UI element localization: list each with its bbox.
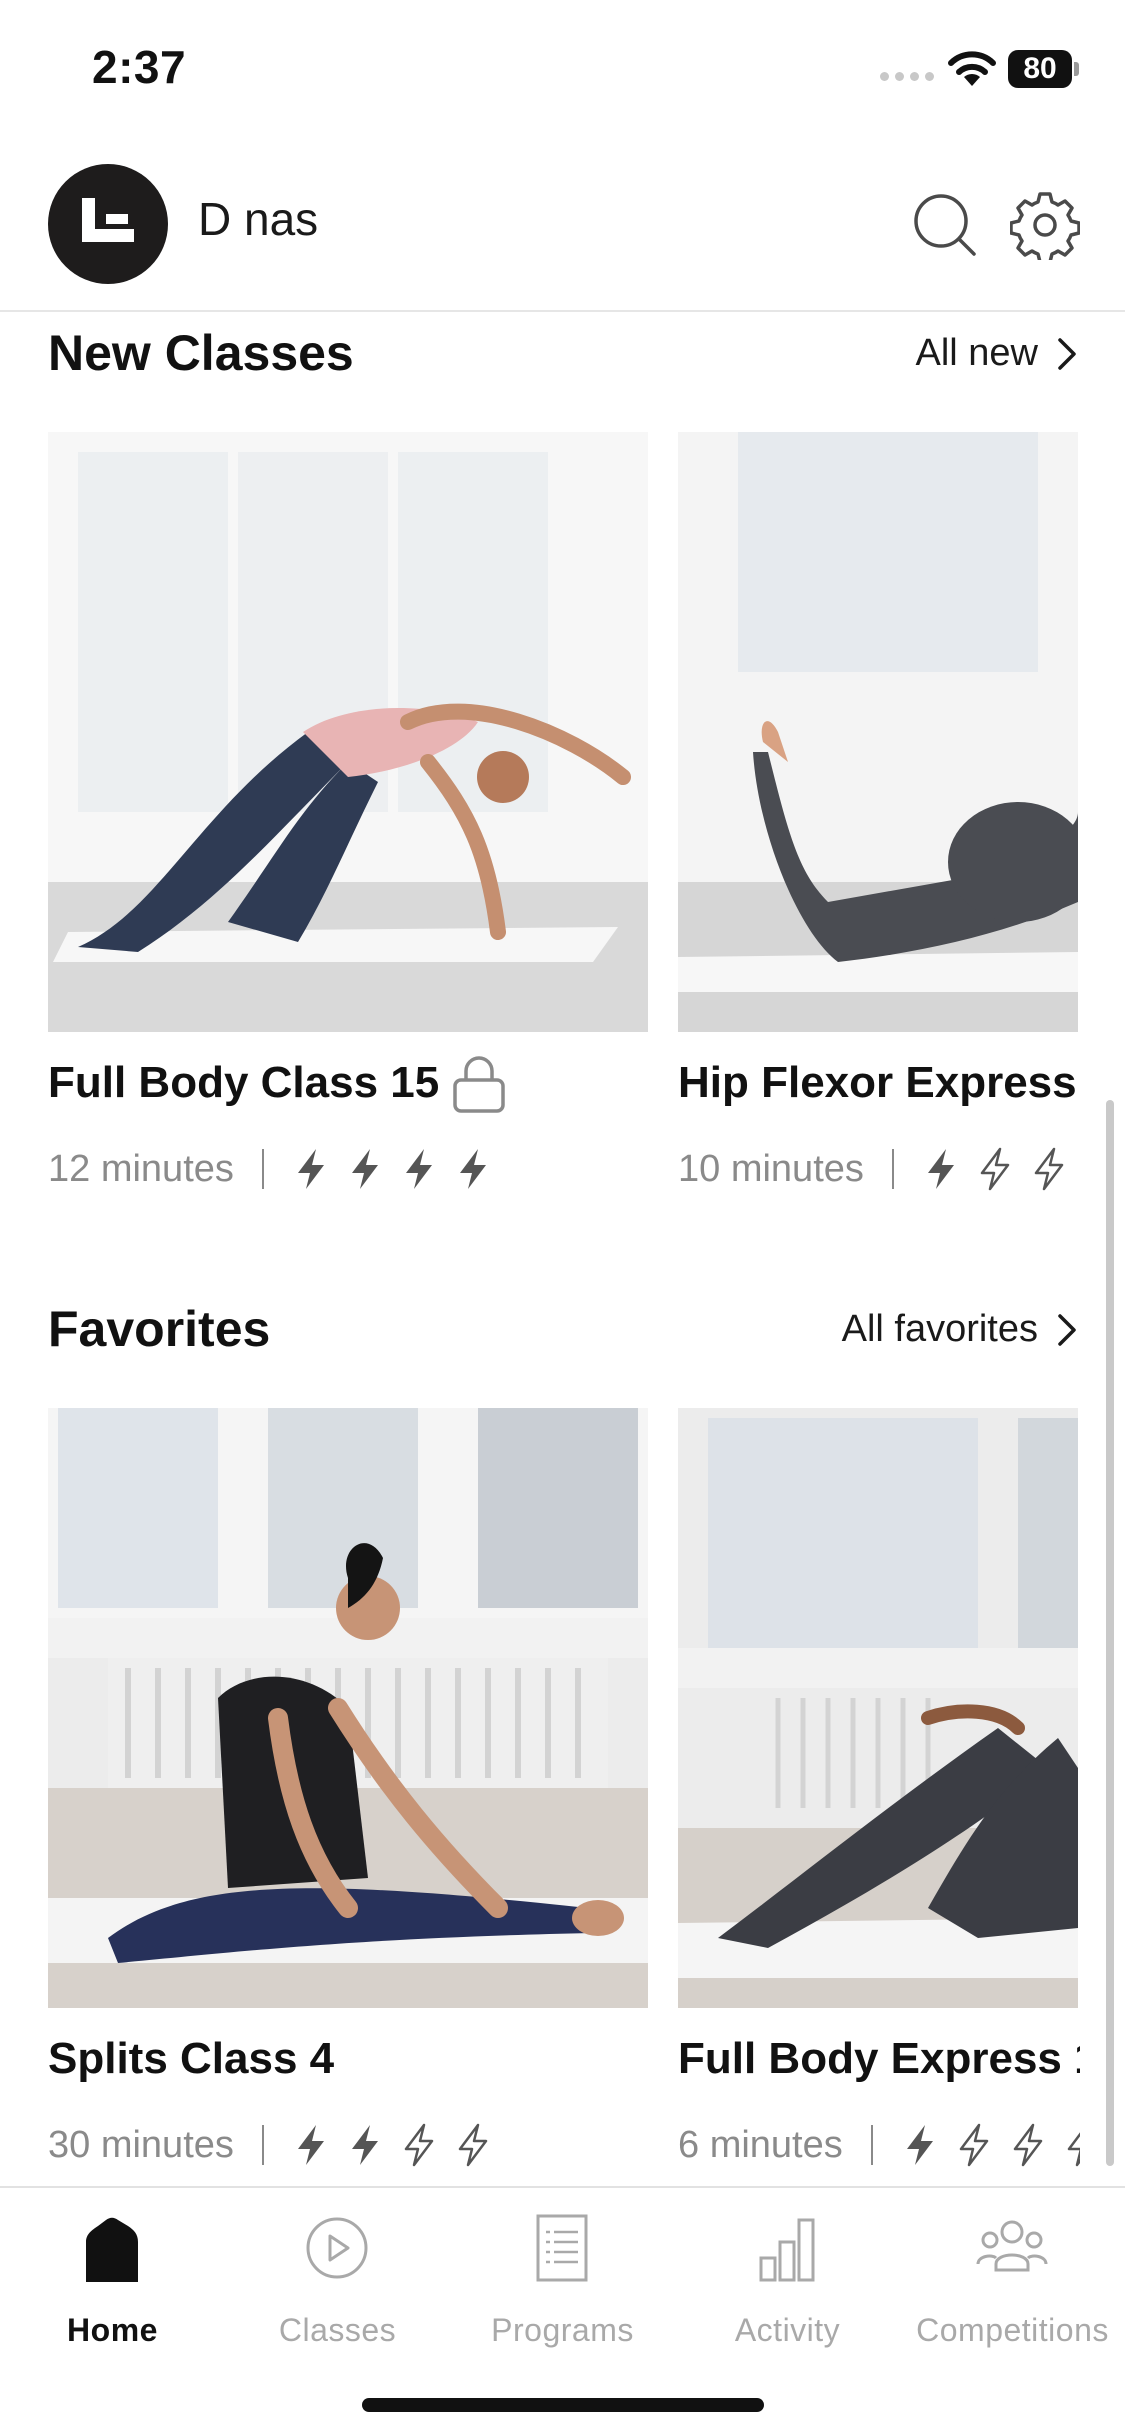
class-meta: 30 minutes xyxy=(48,2120,508,2170)
tab-label: Competitions xyxy=(916,2312,1109,2348)
status-time: 2:37 xyxy=(92,41,187,93)
intensity-bolt-outline-icon xyxy=(1067,2131,1080,2167)
intensity-bolt-outline-icon xyxy=(1013,2123,1042,2167)
all-new-link[interactable]: All new xyxy=(916,332,1079,375)
tab-classes[interactable]: Classes xyxy=(225,2212,450,2352)
intensity-bolt-filled-icon xyxy=(405,1149,432,1189)
tab-label: Classes xyxy=(278,2312,397,2348)
intensity-bolt-filled-icon xyxy=(459,1149,486,1189)
battery-icon: 80 xyxy=(1008,50,1079,88)
class-title: Full Body Express 1 xyxy=(678,2034,1080,2083)
status-bar: 2:37 80 xyxy=(0,0,1125,140)
intensity-bolt-outline-icon xyxy=(1034,1147,1064,1191)
home-indicator xyxy=(362,2398,764,2412)
avatar[interactable] xyxy=(48,164,168,284)
home-screen: 2:37 80 D nas New Classes All new Full B… xyxy=(0,0,1125,2436)
class-duration: 12 minutes xyxy=(48,1147,234,1190)
class-card[interactable]: Hip Flexor Express 10 minutes xyxy=(678,432,1080,1212)
lock-icon xyxy=(453,1056,505,1113)
class-title: Hip Flexor Express xyxy=(678,1058,1077,1107)
meta-divider xyxy=(870,2125,873,2165)
user-name[interactable]: D nas xyxy=(198,192,318,246)
tab-label: Home xyxy=(67,2312,158,2348)
intensity-bolt-filled-icon xyxy=(351,2125,378,2165)
app-logo-icon xyxy=(82,198,134,242)
chevron-right-icon xyxy=(1058,337,1076,370)
gear-icon[interactable] xyxy=(1010,190,1080,260)
battery-level: 80 xyxy=(1023,52,1057,85)
all-favorites-link[interactable]: All favorites xyxy=(842,1308,1078,1351)
class-duration: 30 minutes xyxy=(48,2123,234,2166)
cellular-signal-icon xyxy=(880,72,934,84)
group-icon xyxy=(976,2220,1048,2272)
document-list-icon xyxy=(536,2214,588,2282)
class-title: Full Body Class 15 xyxy=(48,1058,440,1107)
intensity-bolt-filled-icon xyxy=(297,2125,324,2165)
intensity-bolt-filled-icon xyxy=(927,1149,954,1189)
wifi-icon xyxy=(948,51,996,86)
class-thumbnail xyxy=(48,432,648,1032)
all-favorites-label: All favorites xyxy=(841,1308,1038,1350)
home-icon xyxy=(86,2217,138,2282)
section-title-new-classes: New Classes xyxy=(48,325,354,381)
meta-divider xyxy=(891,1149,894,1189)
meta-divider xyxy=(261,2125,264,2165)
class-meta: 6 minutes xyxy=(678,2120,1080,2170)
tab-competitions[interactable]: Competitions xyxy=(900,2212,1125,2352)
search-icon[interactable] xyxy=(910,190,980,260)
intensity-bolt-filled-icon xyxy=(906,2125,933,2165)
tab-activity[interactable]: Activity xyxy=(675,2212,900,2352)
section-title-favorites: Favorites xyxy=(48,1301,271,1357)
all-new-label: All new xyxy=(915,332,1039,374)
app-header: D nas xyxy=(0,140,1125,312)
class-card[interactable]: Full Body Class 15 12 minutes xyxy=(48,432,648,1212)
favorites-carousel[interactable]: Splits Class 4 30 minutes Full Body Expr… xyxy=(0,1408,1080,2186)
tab-label: Activity xyxy=(734,2312,841,2348)
intensity-bolt-filled-icon xyxy=(297,1149,324,1189)
class-meta: 10 minutes xyxy=(678,1144,1080,1194)
class-meta: 12 minutes xyxy=(48,1144,508,1194)
favorites-header: Favorites All favorites xyxy=(48,1300,1078,1370)
class-thumbnail xyxy=(48,1408,648,2008)
intensity-bolt-outline-icon xyxy=(458,2123,488,2167)
bar-chart-icon xyxy=(759,2218,815,2282)
new-classes-header: New Classes All new xyxy=(48,324,1078,394)
class-thumbnail xyxy=(678,1408,1078,2008)
class-card[interactable]: Splits Class 4 30 minutes xyxy=(48,1408,648,2186)
class-title: Splits Class 4 xyxy=(48,2034,335,2083)
tab-home[interactable]: Home xyxy=(0,2212,225,2352)
vertical-scrollbar[interactable] xyxy=(1106,1100,1114,2166)
play-circle-icon xyxy=(306,2217,368,2279)
intensity-bolt-filled-icon xyxy=(351,1149,378,1189)
class-card[interactable]: Full Body Express 1 6 minutes xyxy=(678,1408,1080,2186)
tab-programs[interactable]: Programs xyxy=(450,2212,675,2352)
class-duration: 6 minutes xyxy=(678,2123,843,2166)
intensity-bolt-outline-icon xyxy=(959,2123,988,2167)
class-duration: 10 minutes xyxy=(678,1147,864,1190)
intensity-bolt-outline-icon xyxy=(404,2123,434,2167)
class-thumbnail xyxy=(678,432,1078,1032)
meta-divider xyxy=(261,1149,264,1189)
new-classes-carousel[interactable]: Full Body Class 15 12 minutes Hip Flexor… xyxy=(0,432,1080,1232)
chevron-right-icon xyxy=(1058,1313,1076,1346)
intensity-bolt-outline-icon xyxy=(980,1147,1010,1191)
tab-label: Programs xyxy=(491,2312,634,2348)
